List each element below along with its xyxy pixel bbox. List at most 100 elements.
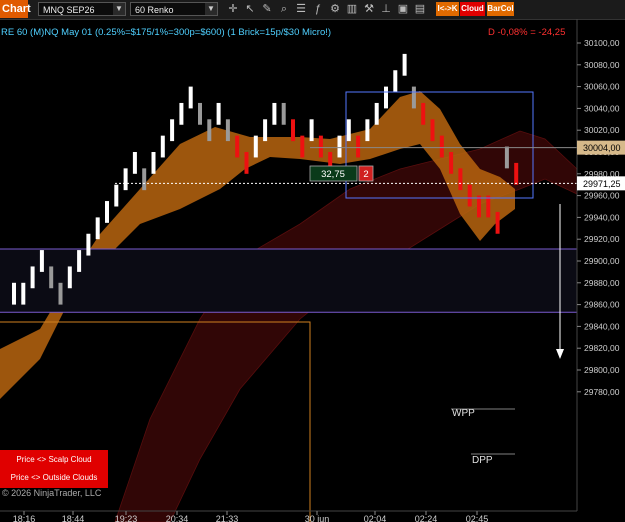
- properties-icon[interactable]: ☰: [294, 2, 308, 16]
- renko-brick: [244, 152, 249, 174]
- renko-brick: [179, 102, 184, 125]
- price-tick-label: 29960,00: [584, 191, 620, 201]
- band-zone: [0, 249, 577, 313]
- instrument-selector[interactable]: MNQ SEP26 ▼: [38, 2, 126, 16]
- renko-brick: [421, 102, 426, 125]
- renko-brick: [467, 184, 472, 207]
- upper-price-marker-label: 30004,00: [583, 143, 621, 153]
- renko-brick: [77, 250, 82, 272]
- renko-brick: [170, 119, 175, 142]
- bar-type-value: 60 Renko: [135, 5, 174, 15]
- templates-icon[interactable]: ▤: [413, 2, 427, 16]
- renko-brick: [486, 195, 491, 218]
- instrument-value: MNQ SEP26: [43, 5, 95, 15]
- renko-brick: [105, 201, 109, 223]
- renko-brick: [142, 168, 147, 191]
- price-chart[interactable]: 32,75 2 30100,00 30080,00 30060,00 30040,00…: [0, 19, 625, 522]
- renko-brick: [291, 119, 295, 142]
- time-axis[interactable]: 18:16 18:44 19:23 20:34 21:33 30 jun 02:04 02:2…: [0, 510, 577, 522]
- renko-brick: [281, 102, 286, 125]
- renko-brick: [160, 135, 165, 158]
- renko-brick: [272, 102, 277, 125]
- pill-arrow-button[interactable]: I<->K: [436, 2, 459, 16]
- chevron-down-icon: ▼: [113, 3, 125, 15]
- renko-brick: [393, 70, 398, 93]
- zoom-icon[interactable]: ⌕: [277, 2, 291, 16]
- scalp-cloud-button[interactable]: Price <> Scalp Cloud: [0, 450, 108, 470]
- draw-icon[interactable]: ✎: [260, 2, 274, 16]
- price-tick-label: 30080,00: [584, 60, 620, 70]
- renko-brick: [49, 266, 54, 289]
- price-tick-label: 29880,00: [584, 278, 620, 288]
- time-tick-label: 21:33: [216, 514, 239, 522]
- renko-brick: [365, 119, 370, 142]
- bar-chart-icon[interactable]: ▥: [345, 2, 359, 16]
- renko-brick: [477, 195, 481, 218]
- hammer-icon[interactable]: ⚒: [362, 2, 376, 16]
- renko-brick: [123, 168, 128, 191]
- renko-brick: [449, 152, 454, 174]
- price-tick-label: 30020,00: [584, 125, 620, 135]
- renko-brick: [300, 135, 305, 158]
- renko-brick: [309, 119, 314, 142]
- price-tick-label: 29800,00: [584, 365, 620, 375]
- renko-brick: [207, 119, 212, 142]
- renko-brick: [188, 86, 193, 109]
- price-tick-label: 30100,00: [584, 38, 620, 48]
- renko-brick: [30, 266, 35, 289]
- renko-brick: [67, 266, 72, 289]
- price-tick-label: 30060,00: [584, 82, 620, 92]
- renko-brick: [86, 233, 91, 256]
- renko-brick: [411, 86, 416, 109]
- price-axis[interactable]: 30100,00 30080,00 30060,00 30040,00 30020,00…: [577, 38, 625, 397]
- indicators-icon[interactable]: ƒ: [311, 2, 325, 16]
- measure-count: 2: [363, 169, 368, 180]
- time-tick-label: 02:04: [364, 514, 387, 522]
- renko-brick: [356, 135, 361, 158]
- time-tick-label: 20:34: [166, 514, 189, 522]
- measure-label: 32,75 2: [309, 165, 374, 182]
- renko-brick: [439, 135, 444, 158]
- renko-brick: [58, 282, 63, 305]
- barcol-toggle-button[interactable]: BarCol: [487, 2, 514, 16]
- renko-brick: [253, 135, 258, 158]
- renko-brick: [235, 135, 240, 158]
- crosshair-icon[interactable]: ✛: [226, 2, 240, 16]
- pointer-icon[interactable]: ↖: [243, 2, 257, 16]
- price-tick-label: 29820,00: [584, 343, 620, 353]
- renko-brick: [514, 162, 519, 185]
- renko-brick: [430, 119, 435, 142]
- dpp-label: DPP: [472, 455, 493, 466]
- cloud-toggle-button[interactable]: Cloud: [460, 2, 485, 16]
- time-tick-label: 19:23: [115, 514, 138, 522]
- renko-brick: [95, 217, 100, 240]
- time-tick-label: 02:45: [466, 514, 489, 522]
- renko-brick: [21, 282, 26, 305]
- renko-brick: [384, 86, 388, 109]
- renko-brick: [198, 102, 202, 125]
- renko-brick: [458, 168, 463, 191]
- renko-brick: [132, 152, 137, 174]
- price-tick-label: 29940,00: [584, 212, 620, 222]
- last-price-marker-label: 29971,25: [583, 179, 621, 189]
- renko-brick: [12, 282, 16, 305]
- stamp-icon[interactable]: ⊥: [379, 2, 393, 16]
- chart-window-tab[interactable]: Chart: [0, 0, 31, 18]
- time-tick-label: 18:44: [62, 514, 85, 522]
- renko-brick: [374, 102, 379, 125]
- arrow-head: [556, 349, 564, 359]
- renko-brick: [225, 119, 230, 142]
- renko-brick: [39, 250, 44, 272]
- strategies-icon[interactable]: ⚙: [328, 2, 342, 16]
- wpp-label: WPP: [452, 408, 475, 419]
- renko-brick: [504, 146, 509, 169]
- outside-clouds-button[interactable]: Price <> Outside Clouds: [0, 468, 108, 488]
- bar-type-selector[interactable]: 60 Renko ▼: [130, 2, 218, 16]
- renko-brick: [337, 135, 342, 158]
- time-tick-label: 30 jun: [305, 514, 330, 522]
- price-tick-label: 29920,00: [584, 234, 620, 244]
- renko-brick: [114, 184, 119, 207]
- data-box-icon[interactable]: ▣: [396, 2, 410, 16]
- price-tick-label: 29900,00: [584, 256, 620, 266]
- renko-brick: [263, 119, 268, 142]
